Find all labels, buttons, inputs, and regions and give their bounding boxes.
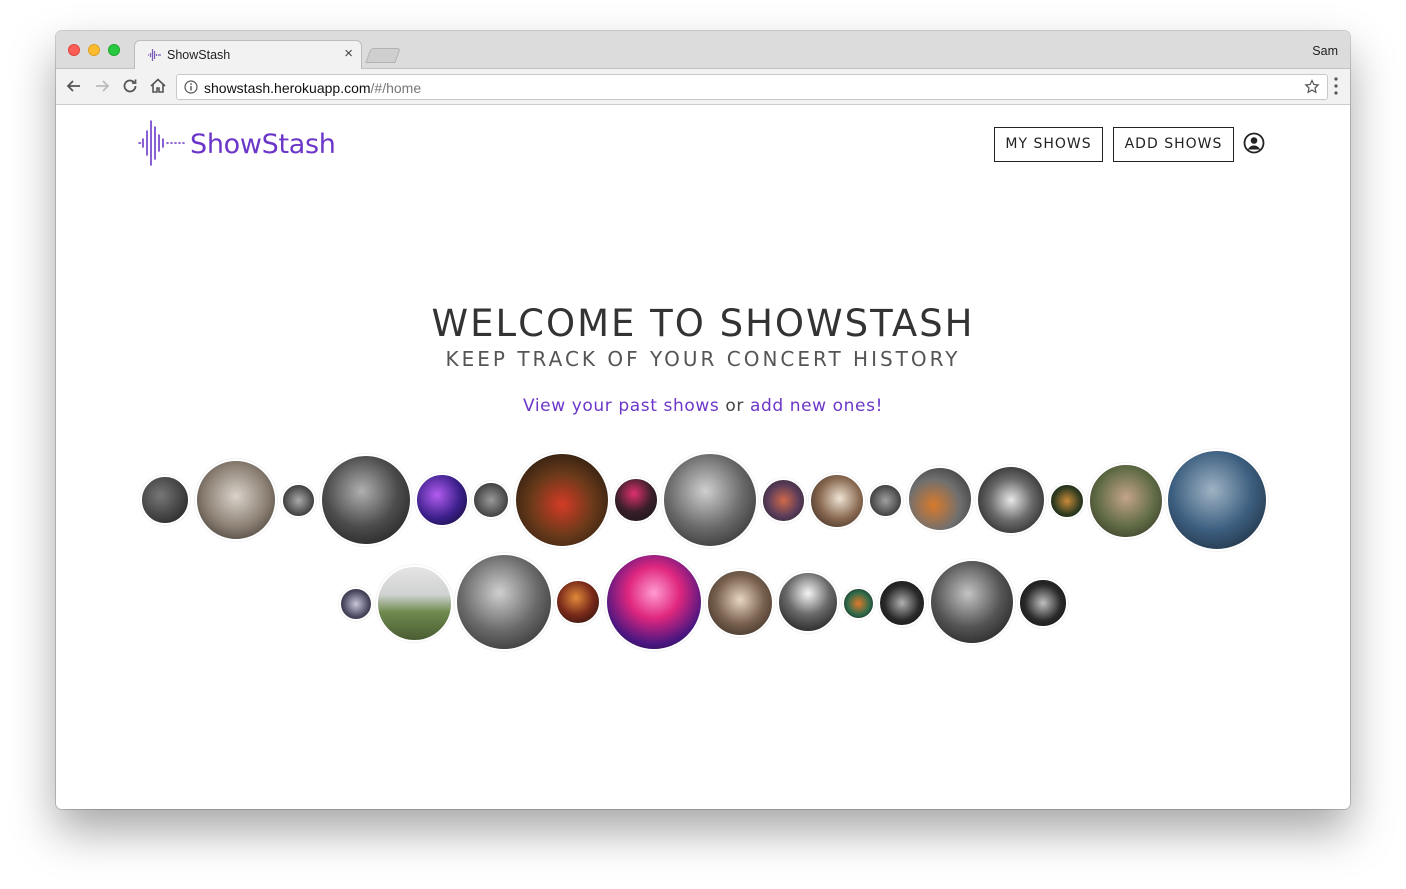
view-past-shows-link[interactable]: View your past shows	[523, 396, 719, 416]
show-photo-bubble[interactable]	[555, 579, 601, 625]
bookmark-star-icon[interactable]	[1304, 79, 1320, 95]
show-photo-bubble[interactable]	[376, 565, 453, 642]
show-photo-bubble[interactable]	[662, 452, 758, 548]
welcome-title: WELCOME TO SHOWSTASH	[431, 302, 975, 345]
show-photo-bubble[interactable]	[140, 475, 190, 525]
show-photo-bubble[interactable]	[809, 473, 865, 529]
url-path: /#/home	[370, 80, 422, 96]
connector-text: or	[725, 396, 744, 416]
home-icon[interactable]	[148, 76, 168, 96]
browser-tab[interactable]: ShowStash ×	[134, 40, 362, 70]
show-photo-bubble[interactable]	[472, 481, 510, 519]
back-arrow-icon[interactable]	[64, 76, 84, 96]
show-photo-bubble[interactable]	[1018, 578, 1068, 628]
address-bar[interactable]: showstash.herokuapp.com/#/home	[176, 74, 1328, 100]
waveform-logo-icon	[138, 120, 185, 166]
show-photo-bubble[interactable]	[1088, 463, 1164, 539]
minimize-window-button[interactable]	[88, 44, 100, 56]
show-photo-bubble[interactable]	[613, 477, 659, 523]
url-text[interactable]: showstash.herokuapp.com/#/home	[204, 80, 421, 96]
show-photo-bubble[interactable]	[868, 483, 903, 518]
show-photo-bubble[interactable]	[1166, 449, 1268, 551]
tagline: KEEP TRACK OF YOUR CONCERT HISTORY	[445, 347, 961, 371]
show-photo-bubble[interactable]	[777, 571, 839, 633]
show-photo-bubble[interactable]	[415, 473, 469, 527]
show-photo-bubble[interactable]	[605, 553, 703, 651]
add-new-shows-link[interactable]: add new ones!	[750, 396, 883, 416]
logo-text: ShowStash	[190, 129, 336, 160]
forward-arrow-icon[interactable]	[92, 76, 112, 96]
close-window-button[interactable]	[68, 44, 80, 56]
page-viewport: ShowStash MY SHOWS ADD SHOWS WELCOME TO …	[56, 105, 1350, 809]
info-icon[interactable]	[184, 80, 198, 94]
show-photo-bubble[interactable]	[514, 452, 610, 548]
show-photo-bubble[interactable]	[455, 553, 553, 651]
my-shows-button[interactable]: MY SHOWS	[994, 127, 1103, 162]
tab-bar: ShowStash × Sam	[56, 31, 1350, 70]
show-photo-bubble[interactable]	[195, 459, 277, 541]
reload-icon[interactable]	[120, 76, 140, 96]
tab-close-icon[interactable]: ×	[344, 45, 353, 62]
show-photo-bubble[interactable]	[339, 587, 373, 621]
add-shows-button[interactable]: ADD SHOWS	[1113, 127, 1234, 162]
show-photo-bubble[interactable]	[976, 465, 1046, 535]
favicon-waveform-icon	[148, 49, 161, 61]
browser-window: ShowStash × Sam showstash.herokuapp.com/…	[56, 31, 1350, 809]
hero-links: View your past shows or add new ones!	[56, 396, 1350, 416]
show-photo-bubble[interactable]	[907, 466, 973, 532]
profile-name[interactable]: Sam	[1312, 44, 1338, 58]
show-photo-bubble[interactable]	[281, 483, 316, 518]
browser-toolbar: showstash.herokuapp.com/#/home	[56, 69, 1350, 105]
maximize-window-button[interactable]	[108, 44, 120, 56]
url-host: showstash.herokuapp.com	[204, 80, 371, 96]
kebab-menu-icon[interactable]	[1334, 77, 1338, 95]
show-photo-bubble[interactable]	[929, 559, 1015, 645]
show-photo-bubble[interactable]	[1049, 483, 1085, 519]
show-photo-bubble[interactable]	[878, 579, 926, 627]
tab-title: ShowStash	[167, 48, 231, 62]
show-photo-bubble[interactable]	[761, 478, 806, 523]
user-account-icon[interactable]	[1243, 132, 1265, 154]
show-photo-bubble[interactable]	[320, 454, 412, 546]
show-photo-bubble[interactable]	[706, 569, 774, 637]
new-tab-button[interactable]	[365, 48, 401, 63]
show-photo-bubble[interactable]	[842, 587, 875, 620]
